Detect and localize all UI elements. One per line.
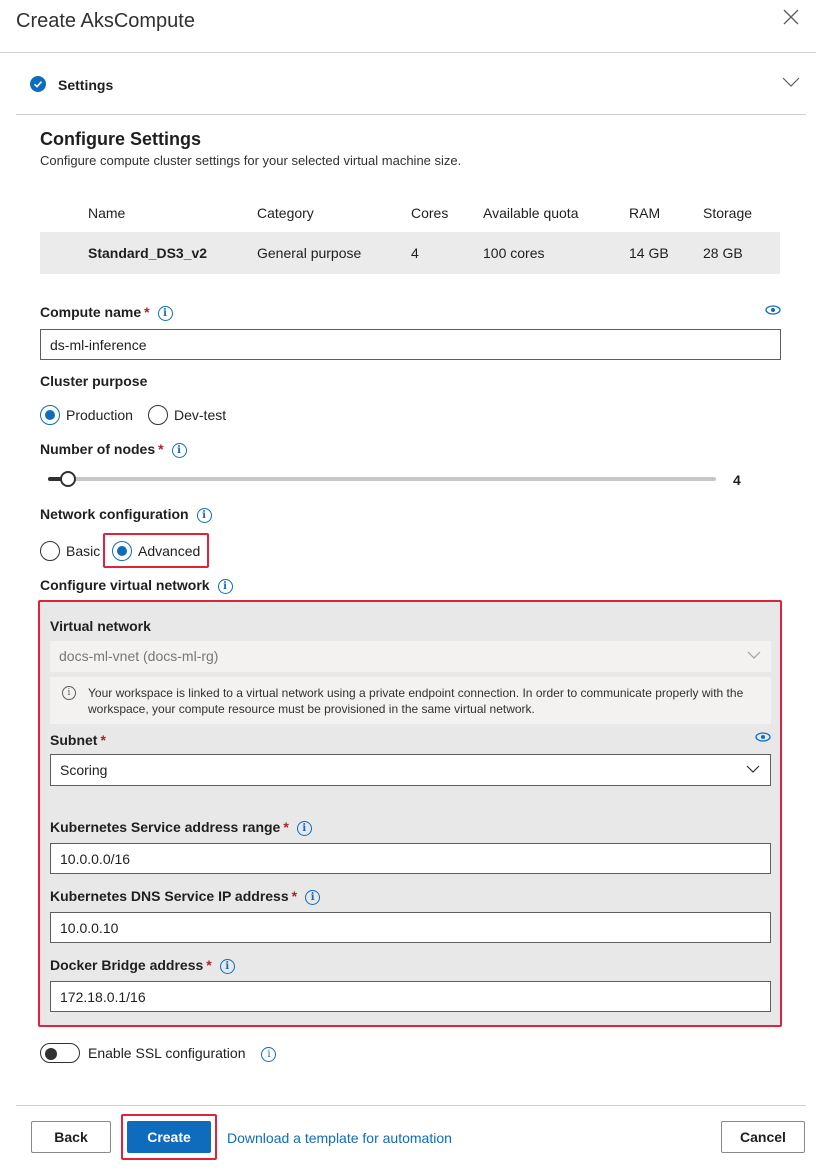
radio-indicator — [40, 405, 60, 425]
label-text: Docker Bridge address — [50, 957, 204, 973]
column-header: Available quota — [483, 205, 579, 221]
info-icon[interactable]: i — [171, 443, 187, 458]
ssl-toggle[interactable] — [40, 1043, 80, 1063]
docker-bridge-input[interactable] — [50, 981, 771, 1012]
subnet-select[interactable]: Scoring — [50, 754, 771, 786]
download-template-link[interactable]: Download a template for automation — [227, 1130, 452, 1146]
docker-bridge-label: Docker Bridge address * i — [50, 957, 235, 974]
slider-track — [48, 477, 716, 481]
footer-divider — [16, 1105, 806, 1106]
info-icon[interactable]: i — [296, 821, 312, 836]
table-row: Standard_DS3_v2 General purpose 4 100 co… — [40, 232, 780, 274]
slider-thumb[interactable] — [60, 471, 77, 487]
table-cell: 28 GB — [703, 245, 743, 261]
label-text: Kubernetes Service address range — [50, 819, 281, 835]
select-value: Scoring — [60, 762, 108, 778]
radio-label: Production — [66, 407, 133, 423]
info-icon[interactable]: i — [157, 306, 173, 321]
column-header: Name — [88, 205, 126, 221]
label-text: Enable SSL configuration — [88, 1045, 246, 1061]
column-header: Cores — [411, 205, 449, 221]
nodes-slider[interactable] — [48, 471, 716, 487]
compute-name-label: Compute name * i — [40, 304, 173, 321]
virtual-network-select: docs-ml-vnet (docs-ml-rg) — [50, 641, 771, 672]
chevron-down-icon — [747, 651, 761, 659]
chevron-down-icon[interactable] — [782, 75, 800, 89]
info-icon: i — [62, 686, 76, 700]
radio-dev-test[interactable]: Dev-test — [148, 405, 226, 425]
radio-indicator — [148, 405, 168, 425]
label-text: Configure virtual network — [40, 577, 210, 593]
radio-label: Basic — [66, 543, 101, 559]
k8s-dns-input[interactable] — [50, 912, 771, 943]
table-cell: 4 — [411, 245, 419, 261]
section-description: Configure compute cluster settings for y… — [40, 153, 462, 168]
vm-size-table: Name Category Cores Available quota RAM … — [40, 194, 780, 274]
notice-text: Your workspace is linked to a virtual ne… — [88, 686, 744, 716]
column-header: Category — [257, 205, 314, 221]
step-label: Settings — [58, 77, 114, 93]
dialog-title: Create AksCompute — [16, 10, 195, 32]
required-marker: * — [206, 957, 212, 973]
ssl-label: Enable SSL configuration i — [88, 1045, 277, 1062]
radio-label: Advanced — [138, 543, 201, 559]
cluster-purpose-label: Cluster purpose — [40, 373, 148, 389]
info-icon[interactable]: i — [219, 959, 235, 974]
network-config-label: Network configuration i — [40, 506, 212, 523]
radio-production[interactable]: Production — [40, 405, 133, 425]
nodes-value: 4 — [733, 472, 741, 488]
checkmark-circle-icon — [30, 76, 46, 92]
compute-name-input[interactable] — [40, 329, 781, 360]
dialog-header: Create AksCompute — [0, 0, 816, 53]
info-icon[interactable]: i — [261, 1047, 277, 1062]
k8s-service-input[interactable] — [50, 843, 771, 874]
radio-indicator — [112, 541, 132, 561]
virtual-network-label: Virtual network — [50, 618, 151, 634]
chevron-down-icon — [746, 765, 760, 773]
label-text: Compute name — [40, 304, 142, 320]
close-icon[interactable] — [782, 8, 800, 26]
label-text: Kubernetes DNS Service IP address — [50, 888, 289, 904]
table-cell: General purpose — [257, 245, 362, 261]
radio-advanced[interactable]: Advanced — [112, 541, 200, 561]
radio-indicator — [40, 541, 60, 561]
section-title: Configure Settings — [40, 129, 201, 149]
create-button[interactable]: Create — [127, 1121, 211, 1153]
info-icon[interactable]: i — [305, 890, 321, 905]
cancel-button[interactable]: Cancel — [721, 1121, 805, 1153]
toggle-knob — [45, 1048, 57, 1060]
info-icon[interactable]: i — [196, 508, 212, 523]
label-text: Subnet — [50, 732, 98, 748]
radio-label: Dev-test — [174, 407, 227, 423]
required-marker: * — [291, 888, 298, 904]
private-endpoint-notice: i Your workspace is linked to a virtual … — [50, 677, 771, 724]
info-icon[interactable]: i — [217, 579, 233, 594]
required-marker: * — [158, 441, 164, 457]
k8s-dns-label: Kubernetes DNS Service IP address * i — [50, 888, 321, 905]
select-value: docs-ml-vnet (docs-ml-rg) — [59, 648, 219, 664]
column-header: RAM — [629, 205, 661, 221]
back-button[interactable]: Back — [31, 1121, 111, 1153]
eye-icon[interactable] — [755, 732, 771, 742]
eye-icon[interactable] — [765, 305, 781, 315]
required-marker: * — [100, 732, 106, 748]
configure-vnet-label: Configure virtual network i — [40, 577, 233, 594]
table-header-row: Name Category Cores Available quota RAM … — [40, 194, 780, 232]
required-marker: * — [283, 819, 289, 835]
radio-basic[interactable]: Basic — [40, 541, 100, 561]
table-cell: 14 GB — [629, 245, 669, 261]
label-text: Network configuration — [40, 506, 189, 522]
subnet-label: Subnet * — [50, 732, 106, 748]
nodes-label: Number of nodes * i — [40, 441, 187, 458]
table-cell: 100 cores — [483, 245, 545, 261]
label-text: Number of nodes — [40, 441, 156, 457]
table-cell: Standard_DS3_v2 — [88, 245, 208, 261]
required-marker: * — [144, 304, 150, 320]
k8s-service-label: Kubernetes Service address range * i — [50, 819, 312, 836]
settings-step[interactable]: Settings — [16, 53, 806, 115]
column-header: Storage — [703, 205, 753, 221]
